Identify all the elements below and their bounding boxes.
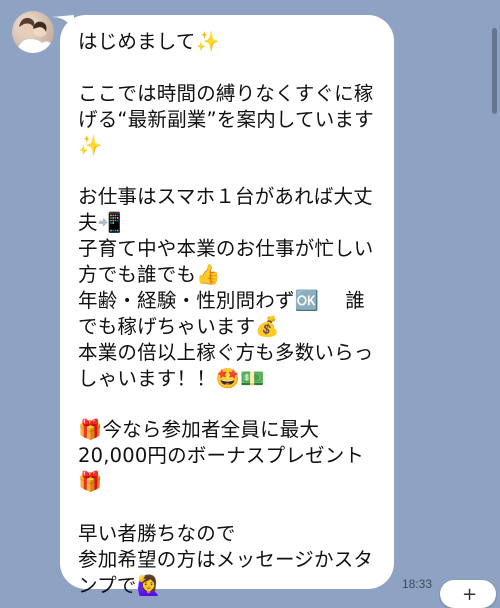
profile-photo-icon [16, 17, 54, 53]
scrollbar[interactable] [492, 28, 497, 114]
message-line: 夫📲 [78, 211, 123, 235]
message-line: ンプで🙋‍♀️ [78, 573, 161, 597]
message-line: はじめまして✨ [78, 30, 221, 53]
avatar[interactable] [12, 11, 54, 53]
message-line: しゃいます！！🤩💵 [78, 366, 265, 390]
message-line: 参加希望の方はメッセージかスタ [78, 547, 374, 571]
message-line: 🎁 [78, 470, 103, 494]
message-line: ✨ [78, 133, 103, 157]
message-line: げる“最新副業”を案内しています [78, 107, 374, 131]
message-line [78, 158, 380, 184]
message-line: 20,000円のボーナスプレゼント [78, 444, 365, 468]
chat-area: はじめまして✨ ここでは時間の縛りなくすぐに稼 げる“最新副業”を案内しています… [0, 0, 500, 608]
message-line: お仕事はスマホ１台があれば大丈 [78, 185, 373, 209]
plus-button[interactable]: + [440, 580, 496, 608]
message-line: でも稼げちゃいます💰 [78, 314, 280, 338]
message-line: ここでは時間の縛りなくすぐに稼 [78, 81, 374, 105]
message-line: 🎁今なら参加者全員に最大 [78, 418, 320, 442]
message-line [78, 495, 380, 521]
message-line [78, 55, 380, 81]
message-timestamp: 18:33 [402, 577, 433, 591]
message-line: 子育て中や本業のお仕事が忙しい [78, 237, 374, 261]
message-bubble[interactable]: はじめまして✨ ここでは時間の縛りなくすぐに稼 げる“最新副業”を案内しています… [60, 15, 394, 597]
message-line: 方でも誰でも👍 [78, 263, 221, 287]
message-line: 年齢・経験・性別問わず🆗 誰 [78, 288, 365, 312]
message-line: 早い者勝ちなので [78, 521, 236, 545]
message-line: 本業の倍以上稼ぐ方も多数いらっ [78, 340, 374, 364]
message-line [78, 391, 380, 417]
plus-icon: + [462, 584, 478, 605]
